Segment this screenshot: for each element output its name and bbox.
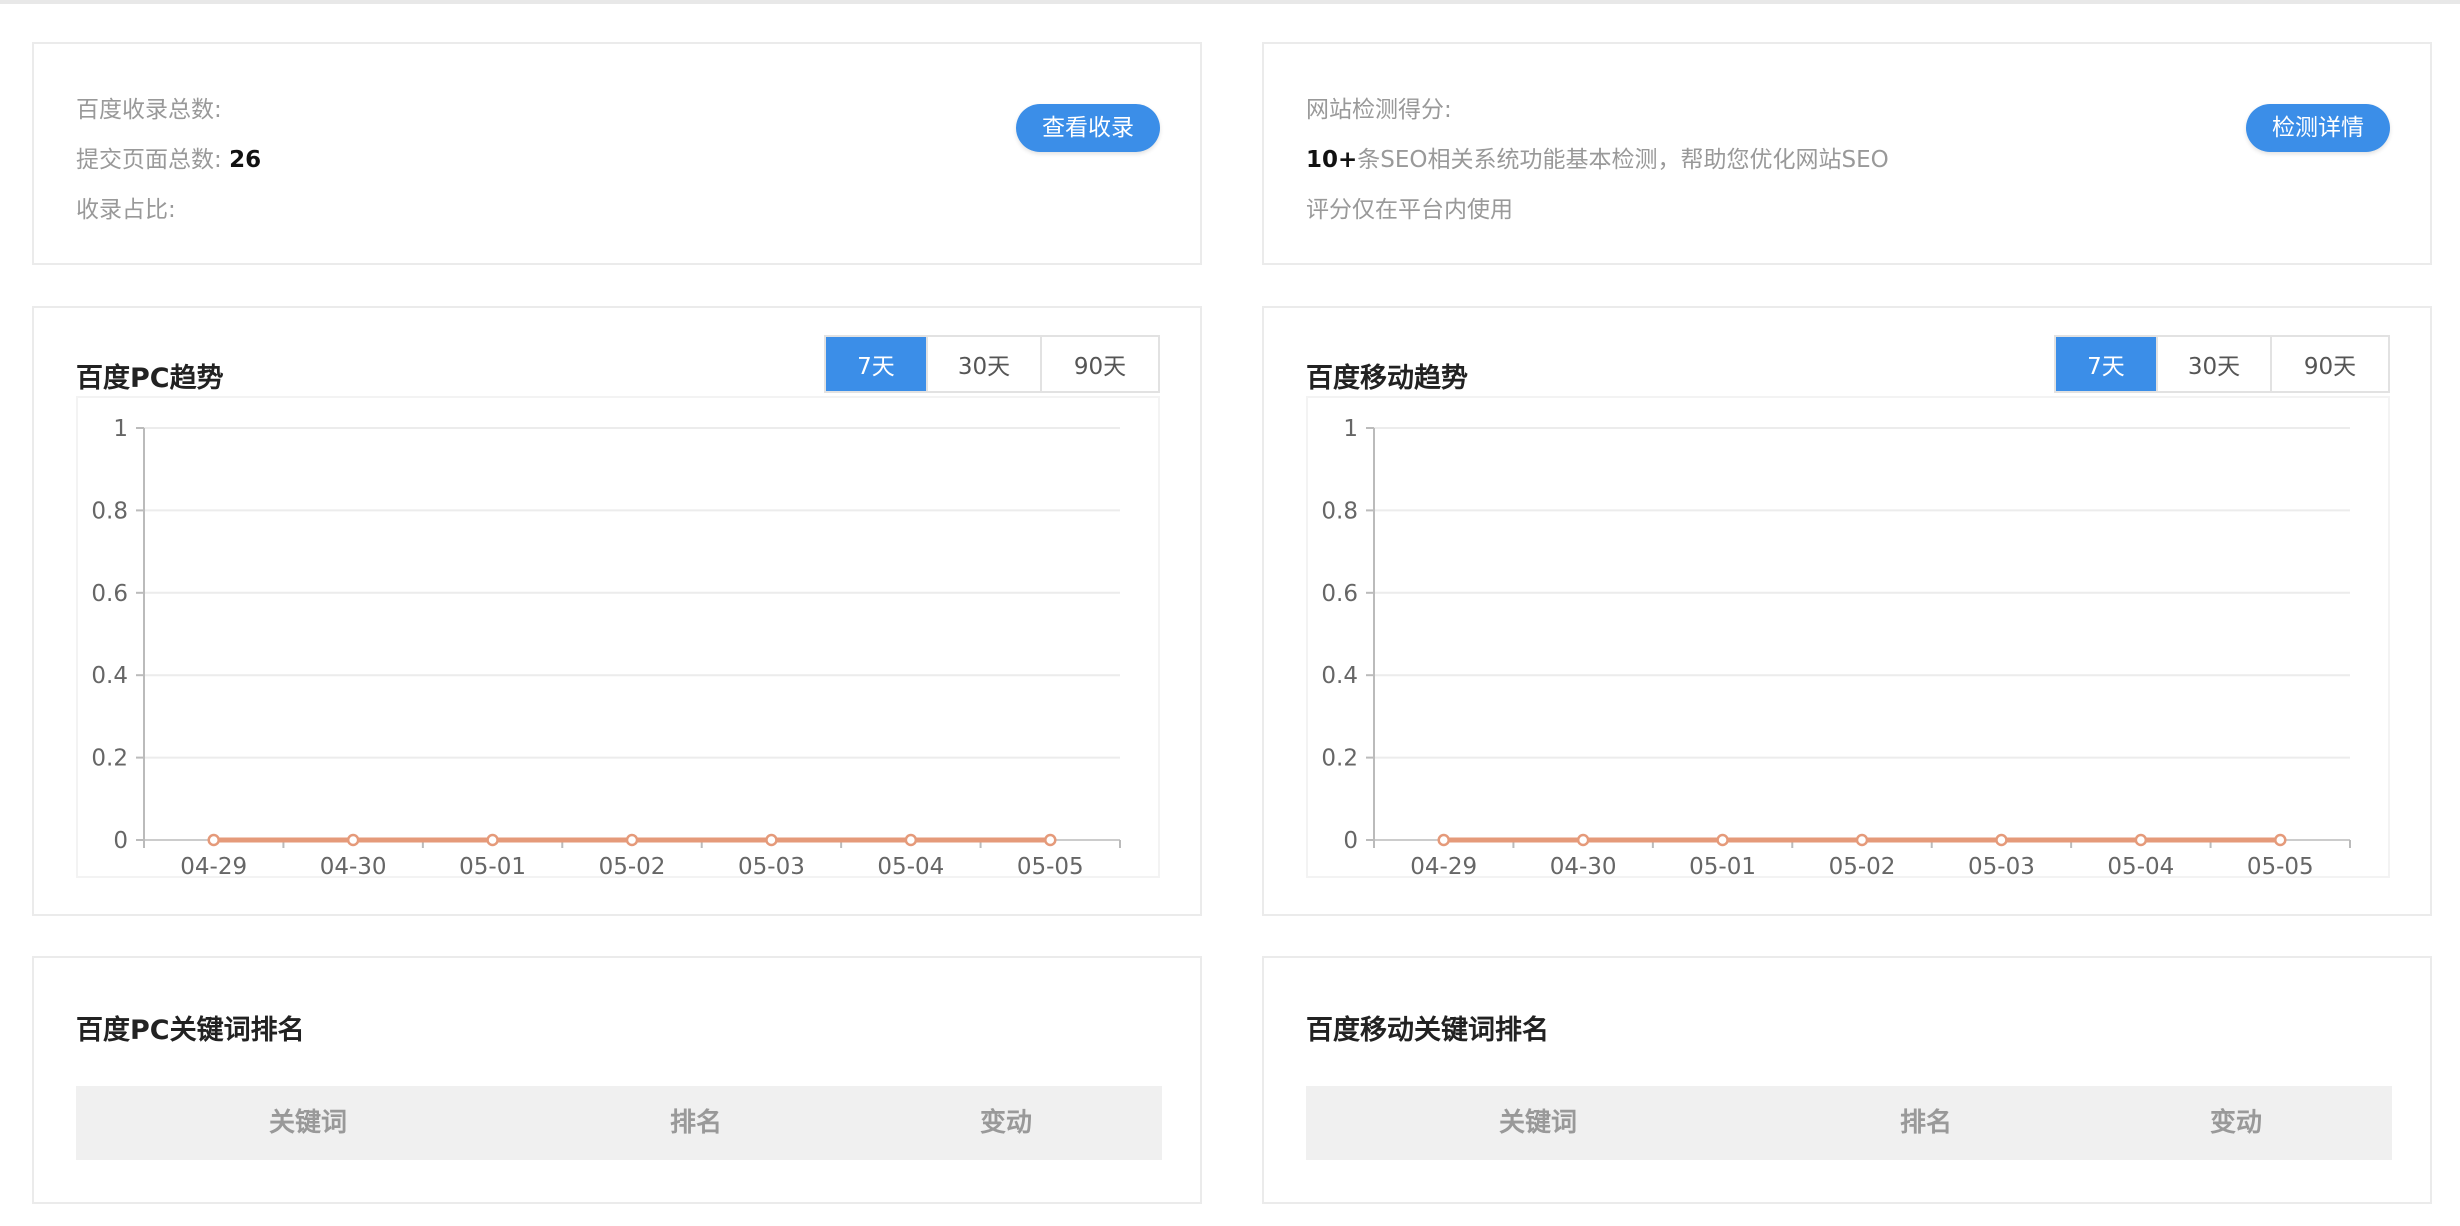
y-tick-label: 0.6	[91, 581, 128, 607]
data-point	[1716, 833, 1729, 847]
mobile-trend-chart-svg: 0 0.2 0.4 0.6 0.8 1 04-29 04-30 05-01 05-02 05-03 0…	[1321, 416, 2351, 876]
x-tick-label: 04-29	[180, 854, 247, 876]
mobile-range-90d-button[interactable]: 90天	[2270, 337, 2388, 391]
x-tick-label: 05-03	[1968, 854, 2035, 876]
pc-range-7d-button[interactable]: 7天	[826, 337, 926, 391]
x-tick-label: 05-01	[459, 854, 526, 876]
x-tick-label: 04-29	[1410, 854, 1477, 876]
detection-score-label: 网站检测得分:	[1306, 97, 1452, 123]
data-point	[1576, 833, 1590, 847]
data-point	[1044, 833, 1057, 847]
mobile-trend-title: 百度移动趋势	[1306, 363, 1468, 394]
top-divider	[0, 0, 2460, 4]
y-tick-label: 1	[1343, 416, 1358, 442]
baidu-index-total-label: 百度收录总数:	[76, 97, 222, 123]
column-header-change[interactable]: 变动	[980, 1086, 1032, 1160]
detection-description: 10+条SEO相关系统功能基本检测，帮助您优化网站SEO	[1306, 140, 1889, 174]
data-point	[2274, 833, 2287, 847]
index-summary-panel: 百度收录总数: 提交页面总数: 26 收录占比: 查看收录	[32, 42, 1202, 265]
pc-range-30d-button[interactable]: 30天	[926, 337, 1040, 391]
site-detection-panel: 网站检测得分: 10+条SEO相关系统功能基本检测，帮助您优化网站SEO 评分仅…	[1262, 42, 2432, 265]
data-point	[1855, 833, 1869, 847]
pc-trend-title: 百度PC趋势	[76, 363, 224, 394]
pc-range-90d-button[interactable]: 90天	[1040, 337, 1158, 391]
y-tick-label: 1	[113, 416, 128, 442]
column-header-rank[interactable]: 排名	[1900, 1086, 1952, 1160]
x-tick-label: 05-05	[2247, 854, 2314, 876]
y-tick-label: 0.8	[91, 498, 128, 524]
detection-count: 10+	[1306, 147, 1358, 173]
mobile-keyword-panel: 百度移动关键词排名 关键词 排名 变动	[1262, 956, 2432, 1204]
y-tick-label: 0.8	[1321, 498, 1358, 524]
data-point	[346, 833, 360, 847]
view-index-button[interactable]: 查看收录	[1016, 104, 1160, 152]
x-tick-label: 05-04	[877, 854, 944, 876]
y-tick-label: 0.2	[91, 746, 128, 772]
mobile-trend-chart: 0 0.2 0.4 0.6 0.8 1 04-29 04-30 05-01 05-02 05-03 0…	[1306, 396, 2390, 878]
mobile-keyword-title: 百度移动关键词排名	[1306, 1015, 1549, 1046]
pc-range-selector: 7天 30天 90天	[824, 335, 1160, 393]
x-tick-label: 05-05	[1017, 854, 1084, 876]
submitted-pages-label: 提交页面总数:	[76, 147, 222, 173]
pc-trend-panel: 百度PC趋势 7天 30天 90天 0 0.2 0.4 0.6 0.8 1 04-29 04-…	[32, 306, 1202, 916]
y-tick-label: 0.6	[1321, 581, 1358, 607]
submitted-pages-total: 提交页面总数: 26	[76, 140, 261, 174]
mobile-keyword-table-header: 关键词 排名 变动	[1306, 1086, 2392, 1160]
data-point	[1437, 833, 1450, 847]
detection-note: 评分仅在平台内使用	[1306, 197, 1513, 223]
mobile-range-7d-button[interactable]: 7天	[2056, 337, 2156, 391]
x-tick-label: 05-01	[1689, 854, 1756, 876]
data-point	[207, 833, 220, 847]
pc-trend-chart: 0 0.2 0.4 0.6 0.8 1 04-29 04-30 05-01 05-02 05-03 0…	[76, 396, 1160, 878]
x-tick-label: 05-03	[738, 854, 805, 876]
data-point	[2134, 833, 2148, 847]
column-header-keyword[interactable]: 关键词	[1499, 1086, 1577, 1160]
x-tick-label: 04-30	[1550, 854, 1617, 876]
x-tick-label: 05-02	[599, 854, 666, 876]
column-header-change[interactable]: 变动	[2210, 1086, 2262, 1160]
submitted-pages-value: 26	[229, 147, 262, 173]
y-tick-label: 0	[1343, 828, 1358, 854]
data-point	[486, 833, 499, 847]
y-tick-label: 0.4	[91, 663, 128, 689]
pc-keyword-table-header: 关键词 排名 变动	[76, 1086, 1162, 1160]
y-tick-label: 0	[113, 828, 128, 854]
column-header-rank[interactable]: 排名	[670, 1086, 722, 1160]
data-point	[904, 833, 918, 847]
index-ratio-label: 收录占比:	[76, 197, 176, 223]
y-tick-label: 0.2	[1321, 746, 1358, 772]
detection-text: 条SEO相关系统功能基本检测，帮助您优化网站SEO	[1357, 147, 1889, 173]
x-tick-label: 05-04	[2107, 854, 2174, 876]
data-point	[1995, 833, 2008, 847]
pc-trend-chart-svg: 0 0.2 0.4 0.6 0.8 1 04-29 04-30 05-01 05-02 05-03 0…	[91, 416, 1121, 876]
pc-keyword-panel: 百度PC关键词排名 关键词 排名 变动	[32, 956, 1202, 1204]
column-header-keyword[interactable]: 关键词	[269, 1086, 347, 1160]
x-tick-label: 05-02	[1829, 854, 1896, 876]
x-tick-label: 04-30	[320, 854, 387, 876]
mobile-trend-panel: 百度移动趋势 7天 30天 90天 0 0.2 0.4 0.6 0.8 1 04-29 04-…	[1262, 306, 2432, 916]
detection-detail-button[interactable]: 检测详情	[2246, 104, 2390, 152]
pc-keyword-title: 百度PC关键词排名	[76, 1015, 305, 1046]
mobile-range-30d-button[interactable]: 30天	[2156, 337, 2270, 391]
mobile-range-selector: 7天 30天 90天	[2054, 335, 2390, 393]
data-point	[765, 833, 778, 847]
data-point	[625, 833, 639, 847]
y-tick-label: 0.4	[1321, 663, 1358, 689]
